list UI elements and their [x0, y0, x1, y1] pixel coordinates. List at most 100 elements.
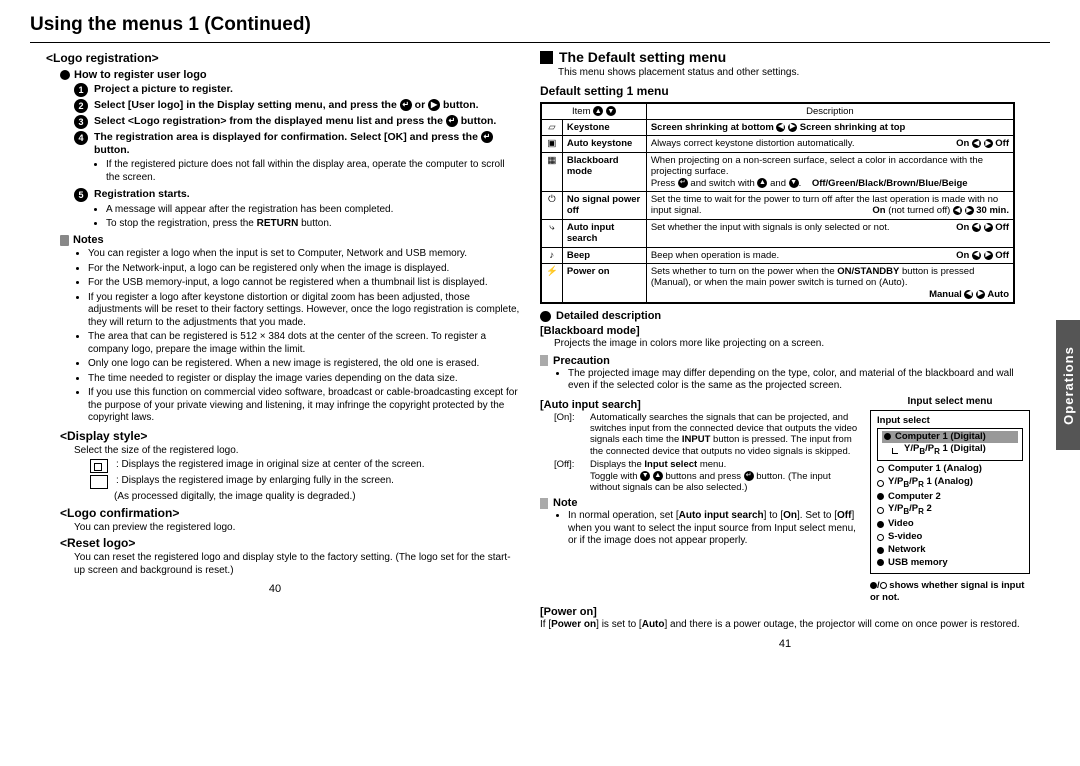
h-reset-logo: <Reset logo>: [60, 536, 520, 550]
note-5: Only one logo can be registered. When a …: [88, 358, 520, 371]
note-text: In normal operation, set [Auto input sea…: [568, 510, 860, 548]
row-icon: ⤷: [541, 219, 562, 247]
step5-notes: A message will appear after the registra…: [92, 204, 520, 230]
h-how-to: How to register user logo: [60, 69, 520, 81]
step4-notes: If the registered picture does not fall …: [92, 159, 520, 184]
note-6: The time needed to register or display t…: [88, 373, 520, 386]
inp-lbl-2: Computer 1 (Analog): [888, 463, 982, 476]
inp-inner-box: Computer 1 (Digital) Y/PB/PR 1 (Digital): [877, 428, 1023, 462]
inp-row-7: S-video: [877, 531, 1023, 544]
detail-icon: [540, 311, 551, 322]
logo-conf-text: You can preview the registered logo.: [74, 522, 520, 535]
note-h: Note: [540, 497, 860, 509]
two-col-inner: [Auto input search] [On]:Automatically s…: [540, 396, 1030, 604]
desc-poweron: Sets whether to turn on the power when t…: [646, 263, 1014, 303]
disp-opt2-text: : Displays the registered image by enlar…: [116, 475, 394, 488]
radio-icon: [877, 480, 884, 487]
item-nosignal: No signal power off: [562, 191, 646, 219]
enter-icon-2: ↵: [446, 115, 458, 127]
prec-icon: [540, 355, 548, 366]
step-num-4: 4: [74, 131, 88, 145]
prec-text: The projected image may differ depending…: [568, 368, 1030, 393]
item-autoinput: Auto input search: [562, 219, 646, 247]
item-autokeystone: Auto keystone: [562, 136, 646, 152]
rule: [30, 42, 1050, 43]
item-poweron: Power on: [562, 263, 646, 303]
settings-table: Item ▲ ▼ Description ▱KeystoneScreen shr…: [540, 102, 1015, 304]
item-beep: Beep: [562, 247, 646, 263]
step-1-text: Project a picture to register.: [94, 83, 233, 96]
radio-icon: [877, 534, 884, 541]
radio-fill-icon: [877, 521, 884, 528]
step-num-3: 3: [74, 115, 88, 129]
sec-h: The Default setting menu: [540, 49, 1030, 65]
inp-row-0: Computer 1 (Digital): [882, 431, 1018, 444]
bb-text: Projects the image in colors more like p…: [554, 338, 1030, 351]
step-3-text: Select <Logo registration> from the disp…: [94, 115, 496, 128]
prec-h-text: Precaution: [553, 355, 610, 367]
step-num-5: 5: [74, 188, 88, 202]
ais-on-txt: Automatically searches the signals that …: [590, 412, 860, 458]
row-icon: ♪: [541, 247, 562, 263]
bb-h: [Blackboard mode]: [540, 325, 1030, 337]
table-header-row: Item ▲ ▼ Description: [541, 103, 1014, 120]
step-2: 2Select [User logo] in the Display setti…: [74, 99, 520, 113]
inp-row-6: Video: [877, 518, 1023, 531]
notes-list: You can register a logo when the input i…: [74, 248, 520, 425]
row-nosignal: ⏻No signal power offSet the time to wait…: [541, 191, 1014, 219]
ais-list: [On]:Automatically searches the signals …: [554, 412, 860, 494]
inp-lbl-0: Computer 1 (Digital): [895, 431, 986, 444]
left-column: <Logo registration> How to register user…: [30, 49, 520, 650]
note-1: For the Network-input, a logo can be reg…: [88, 263, 520, 276]
desc-autokeystone: Always correct keystone distortion autom…: [646, 136, 1014, 152]
step-num-1: 1: [74, 83, 88, 97]
inp-row-2: Computer 1 (Analog): [877, 463, 1023, 476]
inp-lbl-1: Y/PB/PR 1 (Digital): [904, 443, 986, 458]
row-icon: ▦: [541, 152, 562, 191]
ais-h: [Auto input search]: [540, 399, 860, 411]
disp-opt2-sub: (As processed digitally, the image quali…: [114, 491, 520, 504]
desc-autoinput: Set whether the input with signals is on…: [646, 219, 1014, 247]
step4-note-0: If the registered picture does not fall …: [106, 159, 520, 184]
disp-opt-2: : Displays the registered image by enlar…: [90, 475, 520, 489]
left-inner: [Auto input search] [On]:Automatically s…: [540, 396, 860, 551]
note-0: You can register a logo when the input i…: [88, 248, 520, 261]
step-5-text: Registration starts.: [94, 188, 190, 201]
h-disp-style: <Display style>: [60, 429, 520, 443]
step-2-text: Select [User logo] in the Display settin…: [94, 99, 479, 112]
po-text: If [Power on] is set to [Auto] and there…: [540, 619, 1030, 632]
step-3: 3 Select <Logo registration> from the dis…: [74, 115, 520, 129]
step5-note-0: A message will appear after the registra…: [106, 204, 520, 217]
row-icon: ▱: [541, 120, 562, 136]
right-icon: ▶: [428, 99, 440, 111]
note-icon: [540, 498, 548, 509]
prec-h: Precaution: [540, 355, 1030, 367]
inp-lbl-7: S-video: [888, 531, 922, 544]
desc-keystone: Screen shrinking at bottom ◀ ▶ Screen sh…: [646, 120, 1014, 136]
inp-row-1: Y/PB/PR 1 (Digital): [882, 443, 1018, 458]
page-num-left: 40: [30, 583, 520, 595]
inp-lbl-3: Y/PB/PR 1 (Analog): [888, 476, 973, 491]
inp-row-8: Network: [877, 544, 1023, 557]
note-h-text: Note: [553, 497, 577, 509]
center-icon: [90, 459, 108, 473]
row-icon: ⚡: [541, 263, 562, 303]
note-2: For the USB memory-input, a logo cannot …: [88, 277, 520, 290]
ais-off-lbl: [Off]:: [554, 459, 586, 493]
right-column: The Default setting menu This menu shows…: [540, 49, 1030, 650]
h-logo-conf: <Logo confirmation>: [60, 506, 520, 520]
enter-icon-3: ↵: [481, 131, 493, 143]
inp-row-4: Computer 2: [877, 491, 1023, 504]
row-beep: ♪BeepBeep when operation is made.On ◀ ▶ …: [541, 247, 1014, 263]
th-desc: Description: [646, 103, 1014, 120]
ais-off-txt: Displays the Input select menu.Toggle wi…: [590, 459, 860, 493]
enter-icon: ↵: [400, 99, 412, 111]
input-select-box: Input select Computer 1 (Digital) Y/PB/P…: [870, 410, 1030, 575]
side-tab-text: Operations: [1061, 346, 1076, 425]
inp-row-3: Y/PB/PR 1 (Analog): [877, 476, 1023, 491]
inp-lbl-8: Network: [888, 544, 925, 557]
step-4: 4The registration area is displayed for …: [74, 131, 520, 157]
inp-hdr: Input select: [877, 415, 1023, 426]
inp-row-9: USB memory: [877, 557, 1023, 570]
notes-h-text: Notes: [73, 234, 104, 246]
